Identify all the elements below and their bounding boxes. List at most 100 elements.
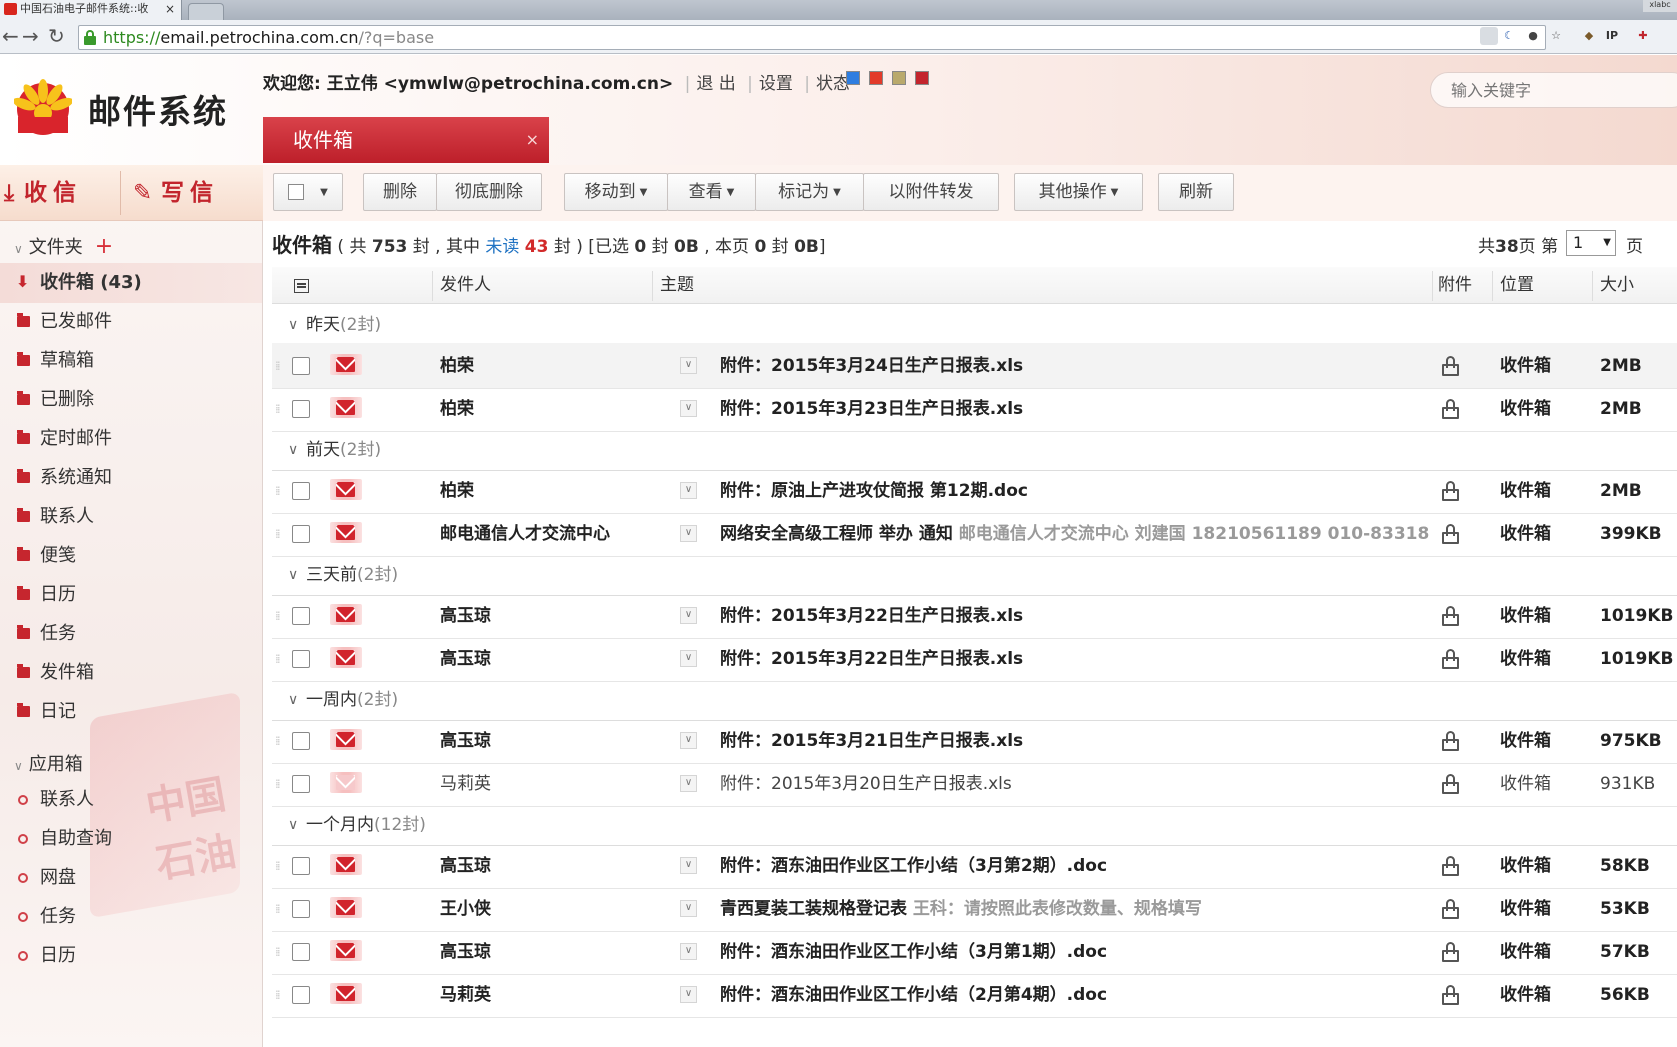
drag-handle-icon[interactable]: ⁞⁞ bbox=[275, 718, 280, 764]
table-row[interactable]: ⁞⁞ 高玉琼 ∨ 附件：酒东油田作业区工作小结（3月第1期）.doc 收件箱 57KB bbox=[272, 929, 1677, 975]
row-subject[interactable]: 附件：2015年3月23日生产日报表.xls bbox=[720, 386, 1430, 432]
move-to-dropdown[interactable]: 移动到 ▼ bbox=[564, 173, 668, 211]
row-menu-icon[interactable]: ∨ bbox=[680, 357, 697, 374]
envelope-icon[interactable] bbox=[336, 400, 355, 415]
skin-crimson[interactable] bbox=[915, 71, 929, 85]
sidebar-app-item[interactable]: 联系人 bbox=[0, 780, 262, 820]
sidebar-folder-item[interactable]: 已发邮件 bbox=[0, 302, 262, 342]
envelope-icon[interactable] bbox=[336, 607, 355, 622]
attachment-icon[interactable] bbox=[1442, 399, 1460, 419]
attachment-icon[interactable] bbox=[1442, 731, 1460, 751]
skin-olive[interactable] bbox=[892, 71, 906, 85]
mail-group-header[interactable]: ∨ 一周内(2封) bbox=[272, 679, 1677, 721]
row-checkbox[interactable] bbox=[292, 607, 310, 625]
table-row[interactable]: ⁞⁞ 柏荣 ∨ 附件：2015年3月24日生产日报表.xls 收件箱 2MB bbox=[272, 343, 1677, 389]
envelope-icon[interactable] bbox=[336, 732, 355, 747]
page-select[interactable]: 1 ▼ bbox=[1566, 230, 1616, 256]
table-row[interactable]: ⁞⁞ 高玉琼 ∨ 附件：酒东油田作业区工作小结（3月第2期）.doc 收件箱 58KB bbox=[272, 843, 1677, 889]
row-sender[interactable]: 柏荣 bbox=[440, 386, 650, 432]
row-sender[interactable]: 高玉琼 bbox=[440, 843, 650, 889]
sidebar-folder-item[interactable]: 定时邮件 bbox=[0, 419, 262, 459]
drag-handle-icon[interactable]: ⁞⁞ bbox=[275, 636, 280, 682]
row-menu-icon[interactable]: ∨ bbox=[680, 482, 697, 499]
column-menu-icon[interactable] bbox=[294, 279, 309, 293]
ip-icon[interactable]: IP bbox=[1603, 27, 1621, 45]
row-subject[interactable]: 附件：2015年3月24日生产日报表.xls bbox=[720, 343, 1430, 389]
row-checkbox[interactable] bbox=[292, 943, 310, 961]
row-checkbox[interactable] bbox=[292, 357, 310, 375]
sidebar-folder-item[interactable]: 任务 bbox=[0, 614, 262, 654]
forward-arrow-icon[interactable]: → bbox=[22, 24, 39, 48]
new-tab-button[interactable] bbox=[188, 3, 224, 20]
table-row[interactable]: ⁞⁞ 高玉琼 ∨ 附件：2015年3月22日生产日报表.xls 收件箱 1019KB bbox=[272, 636, 1677, 682]
mail-group-header[interactable]: ∨ 昨天(2封) bbox=[272, 304, 1677, 346]
sidebar-folder-item[interactable]: ⬇ 收件箱 (43) bbox=[0, 263, 262, 303]
table-row[interactable]: ⁞⁞ 王小侠 ∨ 青西夏装工装规格登记表 王科：请按照此表修改数量、规格填写 收件箱 53… bbox=[272, 886, 1677, 932]
attachment-icon[interactable] bbox=[1442, 942, 1460, 962]
mail-group-header[interactable]: ∨ 前天(2封) bbox=[272, 429, 1677, 471]
reader-icon[interactable] bbox=[1480, 27, 1498, 45]
attachment-icon[interactable] bbox=[1442, 606, 1460, 626]
row-sender[interactable]: 高玉琼 bbox=[440, 636, 650, 682]
row-subject[interactable]: 附件：酒东油田作业区工作小结（3月第2期）.doc bbox=[720, 843, 1430, 889]
envelope-icon[interactable] bbox=[336, 482, 355, 497]
row-sender[interactable]: 高玉琼 bbox=[440, 593, 650, 639]
envelope-icon[interactable] bbox=[336, 943, 355, 958]
row-checkbox[interactable] bbox=[292, 986, 310, 1004]
sidebar-folder-item[interactable]: 联系人 bbox=[0, 497, 262, 537]
table-row[interactable]: ⁞⁞ 柏荣 ∨ 附件：原油上产进攻仗简报 第12期.doc 收件箱 2MB bbox=[272, 468, 1677, 514]
sidebar-folder-item[interactable]: 日记 bbox=[0, 692, 262, 732]
alert-extension-icon[interactable]: ✚ bbox=[1634, 27, 1652, 45]
drag-handle-icon[interactable]: ⁞⁞ bbox=[275, 972, 280, 1018]
folders-section-title[interactable]: ∨ 文件夹 + bbox=[14, 233, 113, 259]
delete-button[interactable]: 删除 bbox=[363, 173, 437, 211]
refresh-button[interactable]: 刷新 bbox=[1158, 173, 1234, 211]
row-sender[interactable]: 高玉琼 bbox=[440, 718, 650, 764]
drag-handle-icon[interactable]: ⁞⁞ bbox=[275, 843, 280, 889]
row-menu-icon[interactable]: ∨ bbox=[680, 650, 697, 667]
sidebar-folder-item[interactable]: 已删除 bbox=[0, 380, 262, 420]
row-checkbox[interactable] bbox=[292, 525, 310, 543]
search-input[interactable] bbox=[1431, 73, 1661, 107]
extension-icon[interactable]: ◆ bbox=[1580, 27, 1598, 45]
attachment-icon[interactable] bbox=[1442, 356, 1460, 376]
column-sender[interactable]: 发件人 bbox=[440, 267, 491, 304]
drag-handle-icon[interactable]: ⁞⁞ bbox=[275, 593, 280, 639]
row-sender[interactable]: 柏荣 bbox=[440, 343, 650, 389]
drag-handle-icon[interactable]: ⁞⁞ bbox=[275, 886, 280, 932]
row-menu-icon[interactable]: ∨ bbox=[680, 900, 697, 917]
drag-handle-icon[interactable]: ⁞⁞ bbox=[275, 343, 280, 389]
apps-section-title[interactable]: ∨ 应用箱 bbox=[14, 750, 83, 776]
drag-handle-icon[interactable]: ⁞⁞ bbox=[275, 468, 280, 514]
sidebar-app-item[interactable]: 日历 bbox=[0, 936, 262, 976]
row-subject[interactable]: 附件：2015年3月22日生产日报表.xls bbox=[720, 636, 1430, 682]
receive-button[interactable]: ⤓ 收信 bbox=[4, 165, 82, 221]
sidebar-folder-item[interactable]: 日历 bbox=[0, 575, 262, 615]
browser-tab[interactable]: 中国石油电子邮件系统::收 × bbox=[0, 0, 182, 20]
row-subject[interactable]: 附件：2015年3月21日生产日报表.xls bbox=[720, 718, 1430, 764]
view-dropdown[interactable]: 查看 ▼ bbox=[667, 173, 756, 211]
url-input[interactable]: https://email.petrochina.com.cn/?q=base bbox=[78, 25, 1546, 50]
envelope-icon[interactable] bbox=[336, 650, 355, 665]
forward-as-attachment-button[interactable]: 以附件转发 bbox=[863, 173, 999, 211]
sidebar-folder-item[interactable]: 发件箱 bbox=[0, 653, 262, 693]
column-size[interactable]: 大小 bbox=[1600, 267, 1634, 304]
attachment-icon[interactable] bbox=[1442, 524, 1460, 544]
settings-link[interactable]: 设置 bbox=[759, 74, 793, 94]
row-menu-icon[interactable]: ∨ bbox=[680, 986, 697, 1003]
table-row[interactable]: ⁞⁞ 高玉琼 ∨ 附件：2015年3月22日生产日报表.xls 收件箱 1019KB bbox=[272, 593, 1677, 639]
envelope-icon[interactable] bbox=[336, 857, 355, 872]
row-subject[interactable]: 附件：酒东油田作业区工作小结（2月第4期）.doc bbox=[720, 972, 1430, 1018]
row-sender[interactable]: 邮电通信人才交流中心 bbox=[440, 511, 650, 557]
attachment-icon[interactable] bbox=[1442, 649, 1460, 669]
table-row[interactable]: ⁞⁞ 柏荣 ∨ 附件：2015年3月23日生产日报表.xls 收件箱 2MB bbox=[272, 386, 1677, 432]
status-link[interactable]: 状态 bbox=[816, 74, 850, 94]
row-subject[interactable]: 附件：原油上产进攻仗简报 第12期.doc bbox=[720, 468, 1430, 514]
sidebar-app-item[interactable]: 任务 bbox=[0, 897, 262, 937]
select-all-dropdown[interactable]: ▼ bbox=[273, 173, 343, 211]
drag-handle-icon[interactable]: ⁞⁞ bbox=[275, 761, 280, 807]
row-menu-icon[interactable]: ∨ bbox=[680, 732, 697, 749]
tab-close-icon[interactable]: × bbox=[526, 117, 539, 163]
tab-close-icon[interactable]: × bbox=[165, 0, 175, 18]
row-subject[interactable]: 附件：2015年3月22日生产日报表.xls bbox=[720, 593, 1430, 639]
